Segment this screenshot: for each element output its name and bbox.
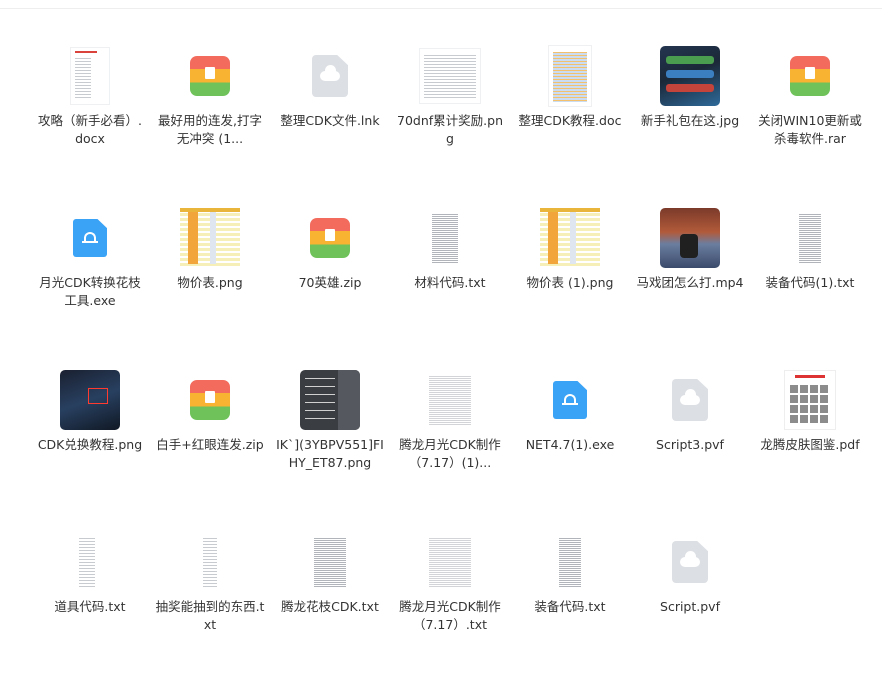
- file-name: 材料代码.txt: [414, 275, 486, 290]
- file-name: 最好用的连发,打字无冲突 (1...: [158, 113, 262, 146]
- file-item[interactable]: 白手+红眼连发.zip: [150, 368, 270, 530]
- file-item[interactable]: 装备代码.txt: [510, 530, 630, 692]
- file-name: 腾龙月光CDK制作（7.17）(1)...: [399, 437, 501, 470]
- file-item[interactable]: IK`](3YBPV551]FIHY_ET87.png: [270, 368, 390, 530]
- file-name: 腾龙花枝CDK.txt: [281, 599, 379, 614]
- zip-archive-icon: [178, 368, 242, 432]
- txt-preview-icon: [778, 206, 842, 270]
- file-name: 物价表 (1).png: [526, 275, 614, 290]
- file-name: 装备代码.txt: [534, 599, 606, 614]
- file-item[interactable]: NET4.7(1).exe: [510, 368, 630, 530]
- file-name: 月光CDK转换花枝工具.exe: [39, 275, 141, 308]
- generic-file-icon: [298, 44, 362, 108]
- file-name: IK`](3YBPV551]FIHY_ET87.png: [276, 437, 384, 470]
- file-name: NET4.7(1).exe: [525, 437, 615, 452]
- file-row: 道具代码.txt 抽奖能抽到的东西.txt 腾龙花枝CDK.txt 腾龙月光CD…: [30, 530, 870, 692]
- file-name: 70英雄.zip: [298, 275, 362, 290]
- file-item[interactable]: 物价表 (1).png: [510, 206, 630, 368]
- rar-archive-icon: [778, 44, 842, 108]
- file-name: 白手+红眼连发.zip: [156, 437, 264, 452]
- file-item[interactable]: CDK兑换教程.png: [30, 368, 150, 530]
- file-item[interactable]: 攻略（新手必看）.docx: [30, 44, 150, 206]
- file-row: 月光CDK转换花枝工具.exe 物价表.png 70英雄.zip 材料代码.tx…: [30, 206, 870, 368]
- file-item[interactable]: 70dnf累计奖励.png: [390, 44, 510, 206]
- file-name: 关闭WIN10更新或杀毒软件.rar: [758, 113, 862, 146]
- file-item[interactable]: 装备代码(1).txt: [750, 206, 870, 368]
- file-name: 道具代码.txt: [54, 599, 126, 614]
- file-name: 龙腾皮肤图鉴.pdf: [760, 437, 860, 452]
- file-name: 物价表.png: [177, 275, 243, 290]
- file-row: CDK兑换教程.png 白手+红眼连发.zip IK`](3YBPV551]FI…: [30, 368, 870, 530]
- file-item[interactable]: 关闭WIN10更新或杀毒软件.rar: [750, 44, 870, 206]
- doc-preview-icon: [538, 44, 602, 108]
- txt-preview-icon: [418, 368, 482, 432]
- file-name: 装备代码(1).txt: [765, 275, 855, 290]
- txt-preview-icon: [178, 530, 242, 594]
- file-item[interactable]: 马戏团怎么打.mp4: [630, 206, 750, 368]
- image-preview-icon: [58, 368, 122, 432]
- txt-preview-icon: [298, 530, 362, 594]
- exe-app-icon: [58, 206, 122, 270]
- file-name: 腾龙月光CDK制作（7.17）.txt: [399, 599, 501, 632]
- generic-file-icon: [658, 530, 722, 594]
- file-name: Script.pvf: [660, 599, 720, 614]
- file-item[interactable]: 腾龙月光CDK制作（7.17）.txt: [390, 530, 510, 692]
- file-item[interactable]: Script3.pvf: [630, 368, 750, 530]
- zip-archive-icon: [178, 44, 242, 108]
- file-item[interactable]: 腾龙月光CDK制作（7.17）(1)...: [390, 368, 510, 530]
- file-item[interactable]: 70英雄.zip: [270, 206, 390, 368]
- file-item[interactable]: 整理CDK教程.doc: [510, 44, 630, 206]
- file-name: Script3.pvf: [656, 437, 724, 452]
- image-preview-icon: [538, 206, 602, 270]
- generic-file-icon: [658, 368, 722, 432]
- txt-preview-icon: [538, 530, 602, 594]
- image-preview-icon: [658, 44, 722, 108]
- txt-preview-icon: [418, 530, 482, 594]
- docx-preview-icon: [58, 44, 122, 108]
- file-item[interactable]: 物价表.png: [150, 206, 270, 368]
- pdf-preview-icon: [778, 368, 842, 432]
- file-name: 攻略（新手必看）.docx: [38, 113, 142, 146]
- file-name: 整理CDK文件.lnk: [280, 113, 380, 128]
- file-item[interactable]: Script.pvf: [630, 530, 750, 692]
- file-item[interactable]: 最好用的连发,打字无冲突 (1...: [150, 44, 270, 206]
- video-preview-icon: [658, 206, 722, 270]
- exe-app-icon: [538, 368, 602, 432]
- file-item[interactable]: 道具代码.txt: [30, 530, 150, 692]
- file-item[interactable]: 材料代码.txt: [390, 206, 510, 368]
- image-preview-icon: [418, 44, 482, 108]
- file-row: 攻略（新手必看）.docx 最好用的连发,打字无冲突 (1... 整理CDK文件…: [30, 44, 870, 206]
- image-preview-icon: [178, 206, 242, 270]
- file-grid: 攻略（新手必看）.docx 最好用的连发,打字无冲突 (1... 整理CDK文件…: [30, 44, 870, 692]
- file-item[interactable]: 抽奖能抽到的东西.txt: [150, 530, 270, 692]
- zip-archive-icon: [298, 206, 362, 270]
- file-name: 整理CDK教程.doc: [518, 113, 622, 128]
- file-item[interactable]: 腾龙花枝CDK.txt: [270, 530, 390, 692]
- txt-preview-icon: [58, 530, 122, 594]
- file-item[interactable]: 月光CDK转换花枝工具.exe: [30, 206, 150, 368]
- file-name: 抽奖能抽到的东西.txt: [155, 599, 265, 632]
- txt-preview-icon: [418, 206, 482, 270]
- file-item[interactable]: 整理CDK文件.lnk: [270, 44, 390, 206]
- file-name: 70dnf累计奖励.png: [397, 113, 503, 146]
- file-name: 马戏团怎么打.mp4: [636, 275, 744, 290]
- file-name: 新手礼包在这.jpg: [640, 113, 740, 128]
- toolbar-divider: [0, 8, 882, 9]
- file-item[interactable]: 龙腾皮肤图鉴.pdf: [750, 368, 870, 530]
- file-item[interactable]: 新手礼包在这.jpg: [630, 44, 750, 206]
- file-name: CDK兑换教程.png: [37, 437, 143, 452]
- image-preview-icon: [298, 368, 362, 432]
